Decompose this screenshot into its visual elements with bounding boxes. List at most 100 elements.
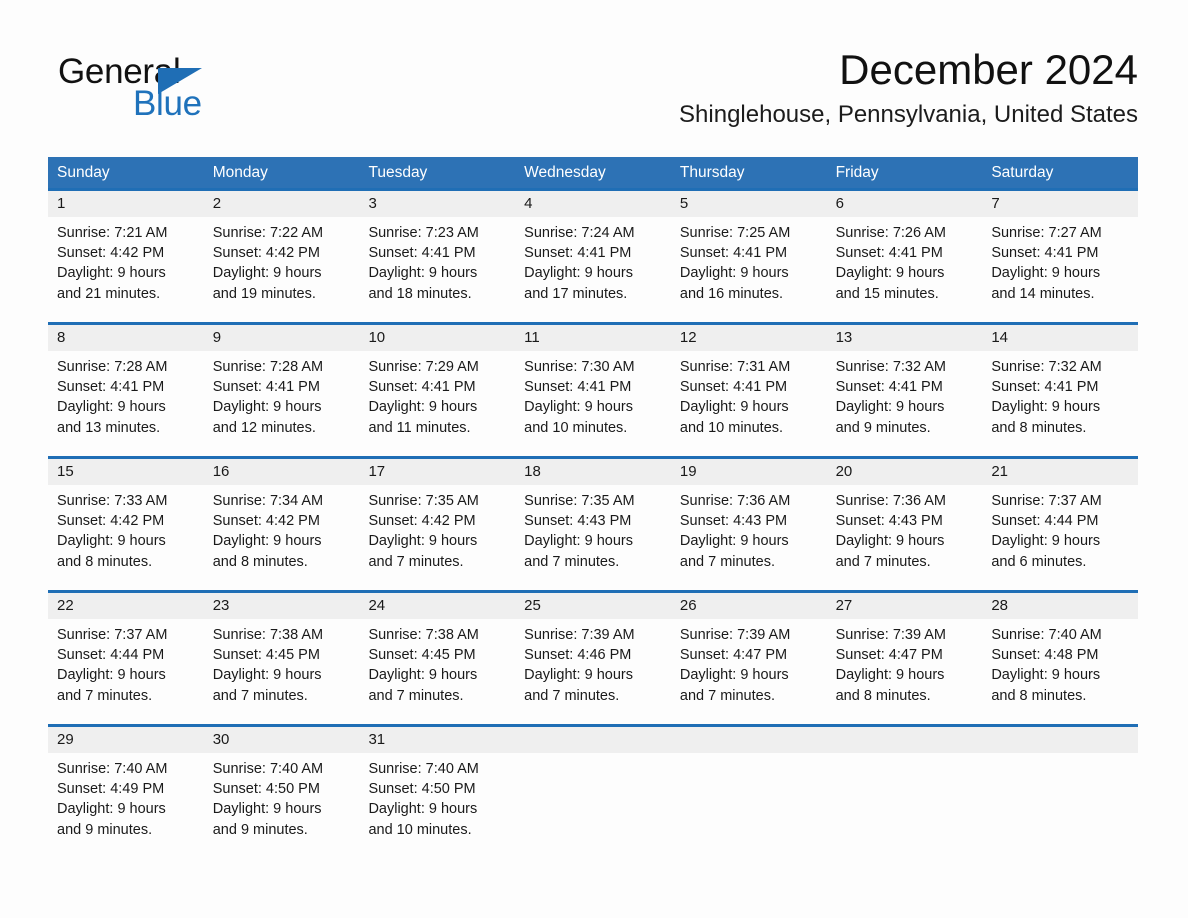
day-number-8[interactable]: 8 xyxy=(48,325,204,351)
day-number-18[interactable]: 18 xyxy=(515,459,671,485)
day-number-13[interactable]: 13 xyxy=(827,325,983,351)
sunset-text: Sunset: 4:41 PM xyxy=(524,245,632,262)
day-cell-9[interactable]: Sunrise: 7:28 AM Sunset: 4:41 PM Daylight:… xyxy=(204,351,360,447)
day-cell-5[interactable]: Sunrise: 7:25 AM Sunset: 4:41 PM Daylight:… xyxy=(671,217,827,313)
sunrise-text: Sunrise: 7:38 AM xyxy=(368,627,479,643)
day-number-28[interactable]: 28 xyxy=(982,593,1138,619)
sunset-text: Sunset: 4:42 PM xyxy=(368,513,476,530)
day-number-11[interactable]: 11 xyxy=(515,325,671,351)
daylight-text-line2: and 7 minutes. xyxy=(212,687,308,704)
day-cell-16[interactable]: Sunrise: 7:34 AM Sunset: 4:42 PM Daylight:… xyxy=(204,485,360,581)
day-number-22[interactable]: 22 xyxy=(48,593,204,619)
day-cell-4[interactable]: Sunrise: 7:24 AM Sunset: 4:41 PM Daylight:… xyxy=(515,217,671,313)
day-cell-30[interactable]: Sunrise: 7:40 AM Sunset: 4:50 PM Daylight:… xyxy=(204,753,360,849)
day-cell-11[interactable]: Sunrise: 7:30 AM Sunset: 4:41 PM Daylight:… xyxy=(515,351,671,447)
sunrise-text: Sunrise: 7:39 AM xyxy=(679,627,791,643)
weekday-header-monday: Monday xyxy=(212,164,268,181)
day-number-26[interactable]: 26 xyxy=(671,593,827,619)
daylight-text-line1: Daylight: 9 hours xyxy=(57,667,166,684)
sunrise-text: Sunrise: 7:23 AM xyxy=(368,225,479,241)
day-number-23[interactable]: 23 xyxy=(204,593,360,619)
day-number-10[interactable]: 10 xyxy=(359,325,515,351)
day-cell-6[interactable]: Sunrise: 7:26 AM Sunset: 4:41 PM Daylight:… xyxy=(827,217,983,313)
day-number-7[interactable]: 7 xyxy=(982,191,1138,217)
day-cell-10[interactable]: Sunrise: 7:29 AM Sunset: 4:41 PM Daylight:… xyxy=(359,351,515,447)
sunrise-text: Sunrise: 7:36 AM xyxy=(679,493,791,509)
day-cell-15[interactable]: Sunrise: 7:33 AM Sunset: 4:42 PM Daylight:… xyxy=(48,485,204,581)
day-number-6[interactable]: 6 xyxy=(827,191,983,217)
weekday-header-saturday: Saturday xyxy=(991,164,1054,181)
day-number-15[interactable]: 15 xyxy=(48,459,204,485)
day-cell-25[interactable]: Sunrise: 7:39 AM Sunset: 4:46 PM Daylight:… xyxy=(515,619,671,715)
day-number-4[interactable]: 4 xyxy=(515,191,671,217)
day-number-20[interactable]: 20 xyxy=(827,459,983,485)
day-number-3[interactable]: 3 xyxy=(359,191,515,217)
day-cell-23[interactable]: Sunrise: 7:38 AM Sunset: 4:45 PM Daylight:… xyxy=(204,619,360,715)
day-cell-19[interactable]: Sunrise: 7:36 AM Sunset: 4:43 PM Daylight:… xyxy=(671,485,827,581)
sunrise-text: Sunrise: 7:22 AM xyxy=(212,225,324,241)
daylight-text-line2: and 8 minutes. xyxy=(991,419,1087,436)
day-number-5[interactable]: 5 xyxy=(671,191,827,217)
sunrise-text: Sunrise: 7:21 AM xyxy=(57,225,168,241)
day-number-17[interactable]: 17 xyxy=(359,459,515,485)
day-detail-row: Sunrise: 7:37 AM Sunset: 4:44 PM Daylight:… xyxy=(48,619,1138,715)
sunrise-text: Sunrise: 7:39 AM xyxy=(524,627,635,643)
daylight-text-line1: Daylight: 9 hours xyxy=(524,399,633,416)
day-cell-28[interactable]: Sunrise: 7:40 AM Sunset: 4:48 PM Daylight:… xyxy=(982,619,1138,715)
day-number-31[interactable]: 31 xyxy=(359,727,515,753)
sunset-text: Sunset: 4:45 PM xyxy=(212,647,320,664)
day-number-9[interactable]: 9 xyxy=(204,325,360,351)
calendar-week-row: 1 2 3 4 5 6 7 Sunrise: 7:21 AM Sunset: 4:42 PM Da… xyxy=(48,188,1138,313)
day-number-21[interactable]: 21 xyxy=(982,459,1138,485)
day-cell-12[interactable]: Sunrise: 7:31 AM Sunset: 4:41 PM Daylight:… xyxy=(671,351,827,447)
daylight-text-line2: and 7 minutes. xyxy=(57,687,153,704)
daylight-text-line1: Daylight: 9 hours xyxy=(524,265,633,282)
sunset-text: Sunset: 4:43 PM xyxy=(835,513,943,530)
sunset-text: Sunset: 4:50 PM xyxy=(368,781,476,798)
day-cell-7[interactable]: Sunrise: 7:27 AM Sunset: 4:41 PM Daylight:… xyxy=(982,217,1138,313)
day-cell-27[interactable]: Sunrise: 7:39 AM Sunset: 4:47 PM Daylight:… xyxy=(827,619,983,715)
daylight-text-line2: and 8 minutes. xyxy=(212,553,308,570)
daylight-text-line2: and 7 minutes. xyxy=(524,553,620,570)
daylight-text-line1: Daylight: 9 hours xyxy=(679,399,789,416)
day-cell-14[interactable]: Sunrise: 7:32 AM Sunset: 4:41 PM Daylight:… xyxy=(982,351,1138,447)
day-cell-29[interactable]: Sunrise: 7:40 AM Sunset: 4:49 PM Daylight:… xyxy=(48,753,204,849)
day-number-24[interactable]: 24 xyxy=(359,593,515,619)
day-cell-24[interactable]: Sunrise: 7:38 AM Sunset: 4:45 PM Daylight:… xyxy=(359,619,515,715)
day-cell-31[interactable]: Sunrise: 7:40 AM Sunset: 4:50 PM Daylight:… xyxy=(359,753,515,849)
daylight-text-line1: Daylight: 9 hours xyxy=(212,667,322,684)
day-cell-22[interactable]: Sunrise: 7:37 AM Sunset: 4:44 PM Daylight:… xyxy=(48,619,204,715)
sunset-text: Sunset: 4:43 PM xyxy=(679,513,788,530)
day-number-2[interactable]: 2 xyxy=(204,191,360,217)
day-cell-21[interactable]: Sunrise: 7:37 AM Sunset: 4:44 PM Daylight:… xyxy=(982,485,1138,581)
sunrise-text: Sunrise: 7:40 AM xyxy=(57,761,168,777)
date-number-row: 29 30 31 xyxy=(48,727,1138,753)
day-cell-13[interactable]: Sunrise: 7:32 AM Sunset: 4:41 PM Daylight:… xyxy=(827,351,983,447)
day-number-29[interactable]: 29 xyxy=(48,727,204,753)
day-cell-26[interactable]: Sunrise: 7:39 AM Sunset: 4:47 PM Daylight:… xyxy=(671,619,827,715)
daylight-text-line1: Daylight: 9 hours xyxy=(524,667,633,684)
day-number-12[interactable]: 12 xyxy=(671,325,827,351)
sunrise-text: Sunrise: 7:40 AM xyxy=(991,627,1102,643)
day-cell-20[interactable]: Sunrise: 7:36 AM Sunset: 4:43 PM Daylight:… xyxy=(827,485,983,581)
day-number-27[interactable]: 27 xyxy=(827,593,983,619)
day-cell-17[interactable]: Sunrise: 7:35 AM Sunset: 4:42 PM Daylight:… xyxy=(359,485,515,581)
day-cell-1[interactable]: Sunrise: 7:21 AM Sunset: 4:42 PM Daylight:… xyxy=(48,217,204,313)
sunrise-text: Sunrise: 7:37 AM xyxy=(57,627,168,643)
day-cell-3[interactable]: Sunrise: 7:23 AM Sunset: 4:41 PM Daylight:… xyxy=(359,217,515,313)
day-number-14[interactable]: 14 xyxy=(982,325,1138,351)
day-cell-8[interactable]: Sunrise: 7:28 AM Sunset: 4:41 PM Daylight:… xyxy=(48,351,204,447)
day-number-25[interactable]: 25 xyxy=(515,593,671,619)
day-number-19[interactable]: 19 xyxy=(671,459,827,485)
day-number-30[interactable]: 30 xyxy=(204,727,360,753)
daylight-text-line2: and 8 minutes. xyxy=(57,553,153,570)
day-cell-18[interactable]: Sunrise: 7:35 AM Sunset: 4:43 PM Daylight:… xyxy=(515,485,671,581)
day-number-1[interactable]: 1 xyxy=(48,191,204,217)
sunrise-text: Sunrise: 7:28 AM xyxy=(57,359,168,375)
sunset-text: Sunset: 4:43 PM xyxy=(524,513,632,530)
daylight-text-line1: Daylight: 9 hours xyxy=(524,533,633,550)
daylight-text-line2: and 18 minutes. xyxy=(368,285,472,302)
day-cell-2[interactable]: Sunrise: 7:22 AM Sunset: 4:42 PM Daylight:… xyxy=(204,217,360,313)
day-cell-empty xyxy=(982,753,1138,849)
day-number-16[interactable]: 16 xyxy=(204,459,360,485)
